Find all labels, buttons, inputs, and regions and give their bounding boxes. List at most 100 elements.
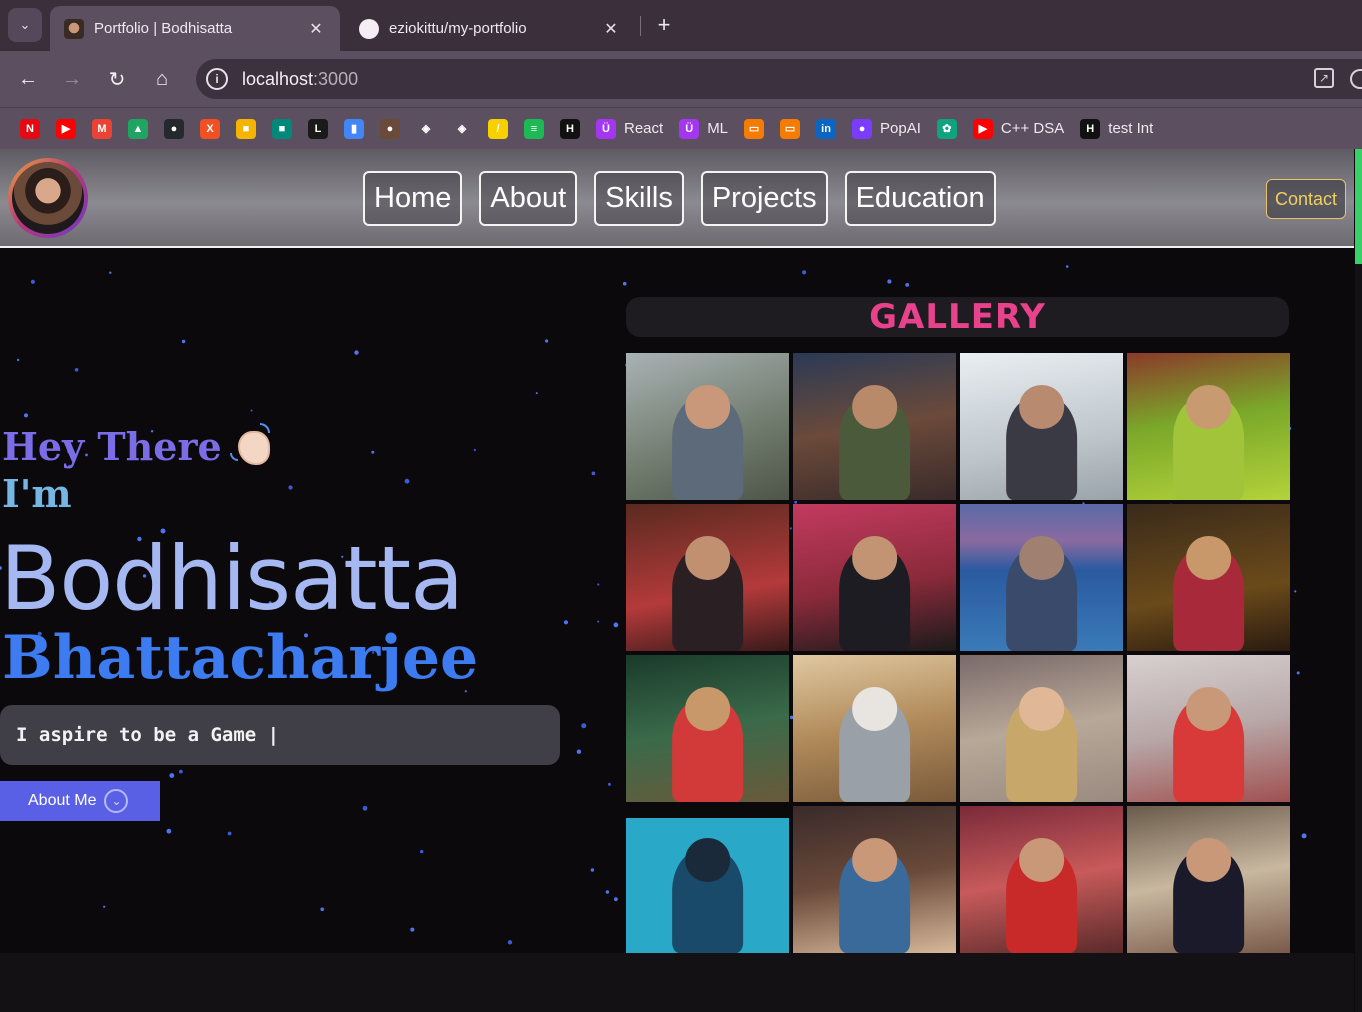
star-dot xyxy=(622,281,627,286)
avatar-favicon-icon xyxy=(64,18,84,39)
bookmark-google-drive[interactable]: ▲ xyxy=(122,115,154,143)
popai-icon: ● xyxy=(852,118,873,139)
back-button[interactable]: ← xyxy=(12,63,44,95)
bookmark-meet[interactable]: ■ xyxy=(266,115,298,143)
star-dot xyxy=(404,478,410,484)
bookmark-hackerrank[interactable]: Htest Int xyxy=(1074,115,1159,143)
url-text: localhost:3000 xyxy=(242,68,359,89)
star-dot xyxy=(590,868,595,872)
bookmark-classroom[interactable]: ■ xyxy=(230,115,262,143)
nav-home[interactable]: Home xyxy=(363,171,463,226)
chevron-down-icon: ⌄ xyxy=(19,17,31,32)
gallery-photo[interactable] xyxy=(793,504,956,651)
bookmark-netflix[interactable]: N xyxy=(14,115,46,143)
bookmark-github[interactable]: ● xyxy=(158,115,190,143)
google-drive-icon: ▲ xyxy=(128,118,148,139)
bookmark-slides[interactable]: ▭ xyxy=(738,115,770,143)
star-dot xyxy=(227,831,232,836)
forward-button[interactable]: → xyxy=(56,63,88,95)
classroom-icon: ■ xyxy=(236,118,256,139)
star-dot xyxy=(607,782,611,786)
nav-skills[interactable]: Skills xyxy=(594,171,684,226)
gallery-photo[interactable] xyxy=(793,655,956,802)
star-dot xyxy=(179,769,183,774)
address-bar[interactable]: i localhost:3000 ↗ xyxy=(196,59,1362,99)
bookmark-hackerrank[interactable]: H xyxy=(554,115,586,143)
bookmark-udemy[interactable]: Ü React xyxy=(590,115,669,143)
contact-button[interactable]: Contact xyxy=(1266,179,1346,219)
bookmark-youtube[interactable]: ▶ C++ DSA xyxy=(967,115,1070,143)
about-me-button[interactable]: About Me ⌄ xyxy=(0,781,160,821)
bookmark-vector[interactable]: / xyxy=(482,115,514,143)
slides-icon: ▭ xyxy=(780,118,801,139)
star-dot xyxy=(24,413,28,418)
meet-icon: ■ xyxy=(272,118,292,139)
gallery-photo[interactable] xyxy=(626,655,789,802)
tab-title: eziokittu/my-portfolio xyxy=(389,20,527,37)
bookmark-unity[interactable]: ◈ xyxy=(446,115,478,143)
gallery-photo[interactable] xyxy=(960,504,1123,651)
gallery-photo[interactable] xyxy=(1127,655,1290,802)
bookmark-label: C++ DSA xyxy=(1000,120,1065,137)
profile-avatar[interactable] xyxy=(8,158,88,238)
gallery-photo[interactable] xyxy=(793,806,956,953)
gallery-photo[interactable] xyxy=(626,806,789,953)
gallery-photo[interactable] xyxy=(626,353,789,500)
bookmark-x[interactable]: X xyxy=(194,115,226,143)
bookmark-label: React xyxy=(624,120,664,137)
gallery-photo[interactable] xyxy=(960,655,1123,802)
reload-icon: ↻ xyxy=(108,68,126,91)
nav-education[interactable]: Education xyxy=(844,171,996,226)
avatar-icon: ● xyxy=(380,118,400,139)
star-dot xyxy=(288,485,293,490)
bookmark-analytics[interactable]: ▮ xyxy=(338,115,370,143)
bookmark-udemy[interactable]: Ü ML xyxy=(673,115,734,143)
youtube-icon: ▶ xyxy=(972,118,993,139)
bookmark-slides[interactable]: ▭ xyxy=(774,115,806,143)
bookmark-linkedin[interactable]: in xyxy=(810,115,842,143)
gallery-photo[interactable] xyxy=(960,806,1123,953)
close-icon[interactable]: ✕ xyxy=(306,19,326,39)
gallery-photo[interactable] xyxy=(1127,353,1290,500)
bookmarks-bar: N ▶ M ▲ ● X ■ ■ L ▮ ● ◈ ◈ / ≡ H Ü React Ü ML ▭ ▭ in ● PopAI ✿ ▶ C++… xyxy=(0,107,1362,149)
bookmark-unity[interactable]: ◈ xyxy=(410,115,442,143)
star-dot xyxy=(473,448,476,452)
youtube-icon: ▶ xyxy=(56,118,76,139)
gallery-photo[interactable] xyxy=(793,353,956,500)
tab-portfolio[interactable]: Portfolio | Bodhisatta ✕ xyxy=(50,6,340,51)
nav-about[interactable]: About xyxy=(479,171,578,226)
bookmark-spotify[interactable]: ≡ xyxy=(518,115,550,143)
arrow-right-icon: → xyxy=(62,67,82,90)
gallery-photo[interactable] xyxy=(960,353,1123,500)
gallery-photo[interactable] xyxy=(1127,504,1290,651)
vector-icon: / xyxy=(488,118,508,139)
gallery-photo[interactable] xyxy=(1127,806,1290,953)
bookmark-leetcode[interactable]: L xyxy=(302,115,334,143)
info-icon[interactable]: i xyxy=(206,68,228,90)
bookmark-popai[interactable]: ● PopAI xyxy=(846,115,927,143)
extension-icon[interactable] xyxy=(1350,69,1362,89)
new-tab-button[interactable]: + xyxy=(650,10,678,40)
bookmark-avatar[interactable]: ● xyxy=(374,115,406,143)
gallery-title: GALLERY xyxy=(869,297,1046,337)
bookmark-label: test Int xyxy=(1108,120,1154,137)
scrollbar-track[interactable] xyxy=(1355,264,1362,1012)
browser-toolbar: ← → ↻ ⌂ i localhost:3000 ↗ xyxy=(0,51,1362,107)
star-dot xyxy=(16,358,20,362)
tab-search-button[interactable]: ⌄ xyxy=(8,8,42,42)
bookmark-gmail[interactable]: M xyxy=(86,115,118,143)
bookmark-youtube[interactable]: ▶ xyxy=(50,115,82,143)
open-external-icon[interactable]: ↗ xyxy=(1314,68,1334,88)
close-icon[interactable]: ✕ xyxy=(601,19,621,39)
gallery-photo[interactable] xyxy=(626,504,789,651)
bookmark-chatgpt[interactable]: ✿ xyxy=(931,115,963,143)
hackerrank-icon: H xyxy=(1080,118,1101,139)
nav-projects[interactable]: Projects xyxy=(700,171,828,226)
reload-button[interactable]: ↻ xyxy=(101,63,133,95)
star-dot xyxy=(507,940,513,945)
star-dot xyxy=(103,905,106,908)
tab-github[interactable]: eziokittu/my-portfolio ✕ xyxy=(345,6,635,51)
greeting-text: Hey There xyxy=(2,423,222,469)
tab-separator xyxy=(640,16,641,36)
home-button[interactable]: ⌂ xyxy=(146,63,178,95)
